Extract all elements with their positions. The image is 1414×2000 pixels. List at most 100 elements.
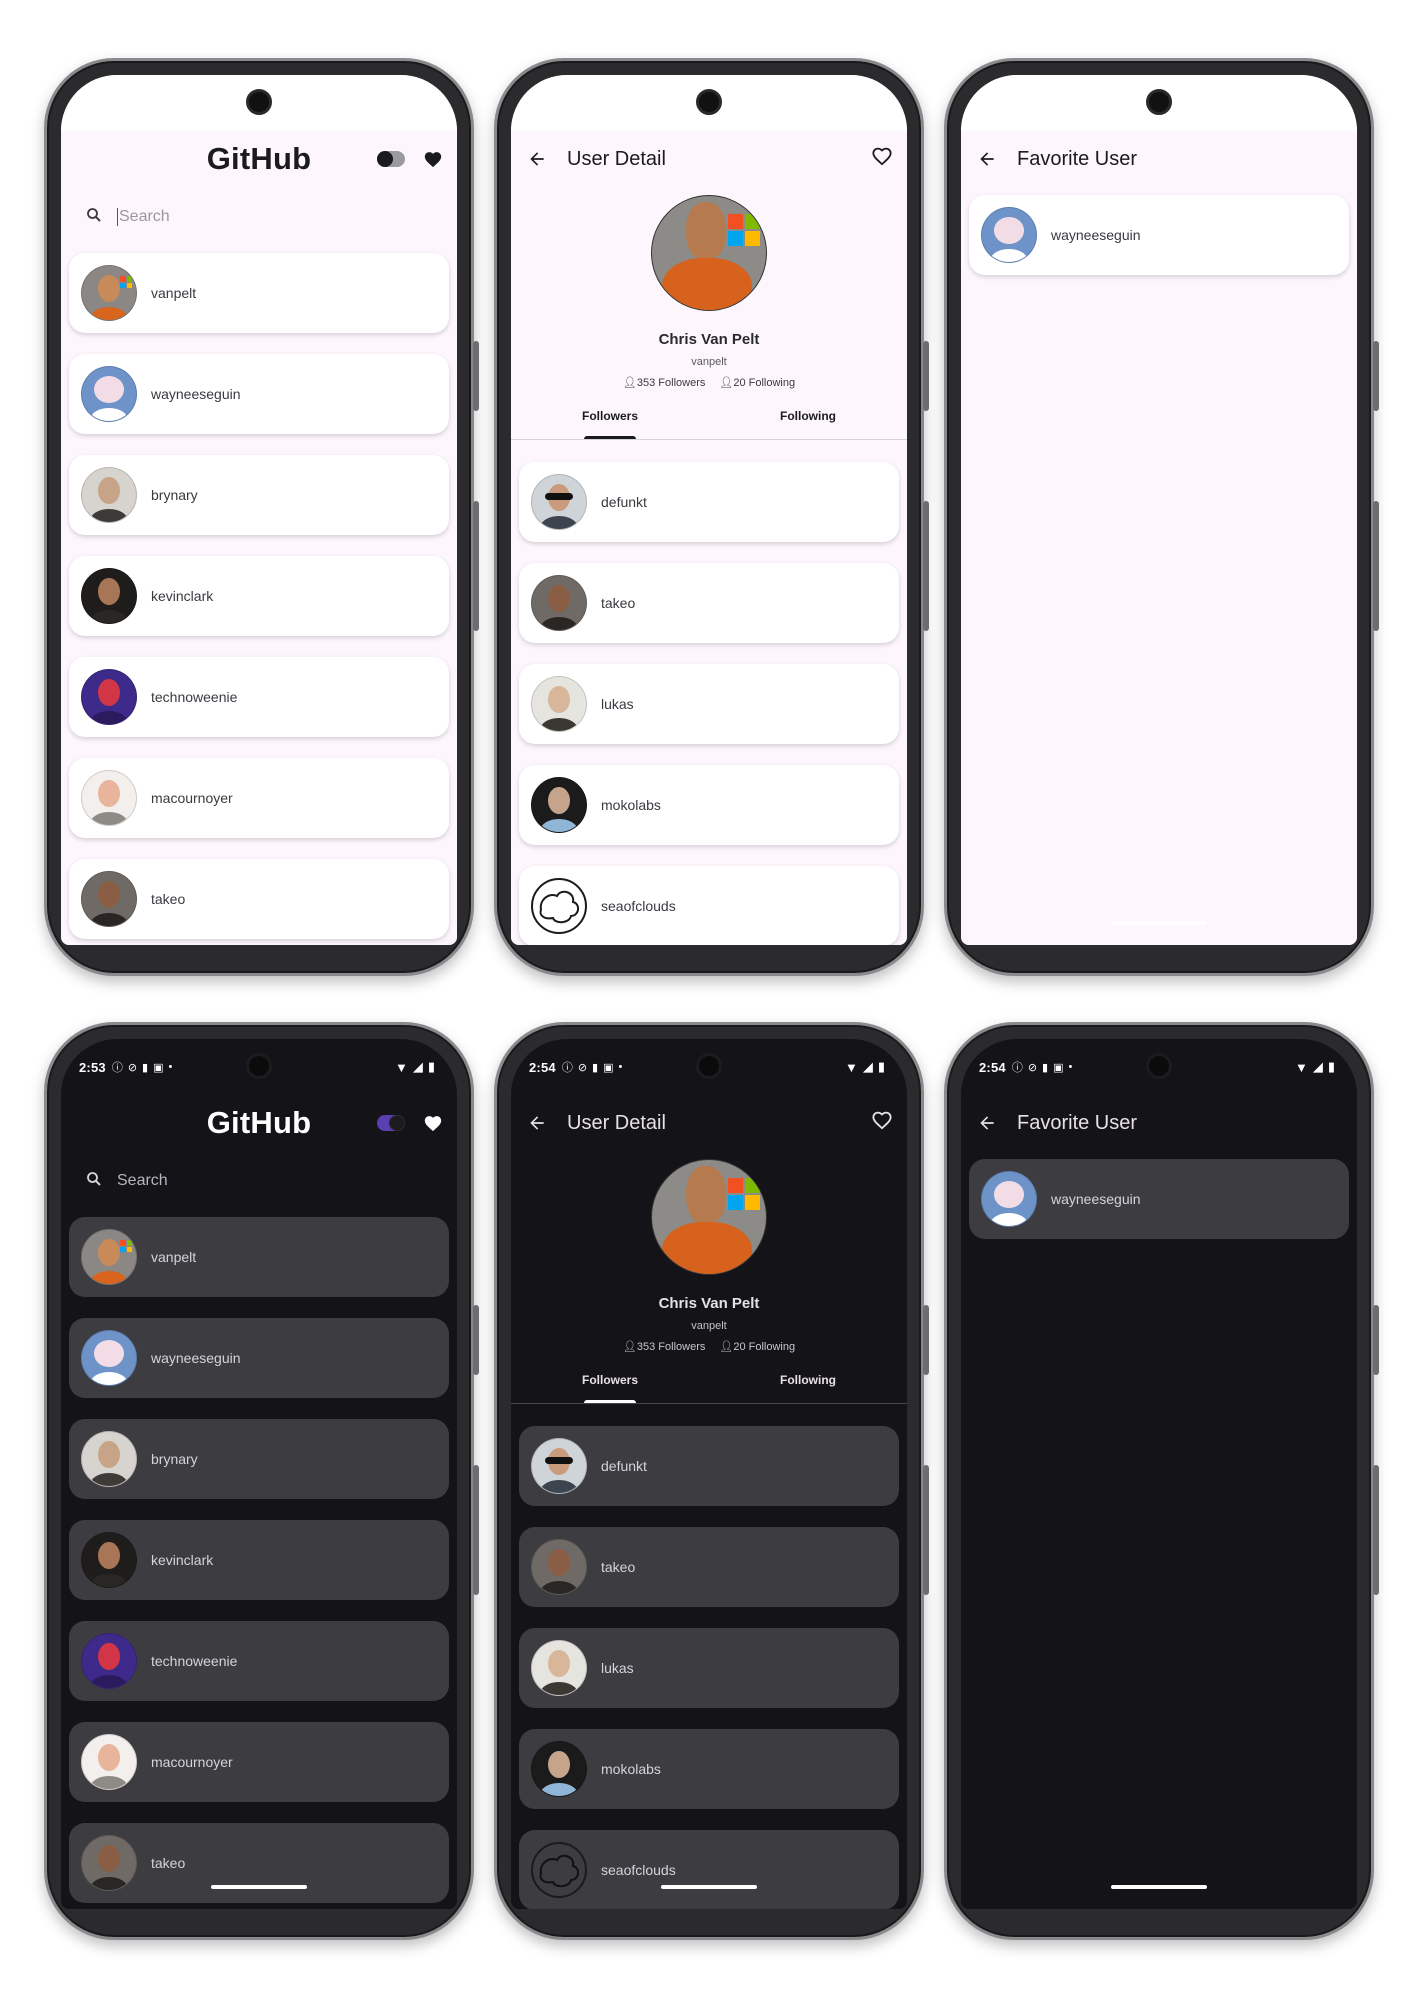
search-icon: [85, 206, 103, 229]
signal-icon: ◢: [1312, 1059, 1323, 1074]
favorite-heart-icon[interactable]: [421, 147, 445, 171]
home-indicator[interactable]: [661, 921, 757, 925]
list-item[interactable]: mokolabs: [519, 765, 899, 845]
tab-followers[interactable]: Followers: [511, 405, 709, 439]
following-count: 20 Following: [733, 377, 796, 389]
list-item[interactable]: mokolabs: [519, 1729, 899, 1809]
list-item-label: macournoyer: [151, 1754, 233, 1770]
person-icon: 👤︎: [622, 1341, 637, 1353]
user-list: vanpelt wayneeseguin brynary kevinclark …: [61, 1211, 457, 1903]
detail-app-bar: User Detail: [511, 1095, 907, 1151]
avatar: [81, 1330, 137, 1386]
front-camera: [1146, 89, 1172, 115]
list-item[interactable]: wayneeseguin: [969, 195, 1349, 275]
search-input[interactable]: Search: [61, 1151, 457, 1211]
favorite-heart-icon[interactable]: [871, 1110, 893, 1136]
list-item[interactable]: macournoyer: [69, 1722, 449, 1802]
wifi-icon: ▼: [844, 1059, 858, 1075]
list-item[interactable]: brynary: [69, 455, 449, 535]
screen-light-main: GitHub Search vanpelt wayneeseguin bryna…: [61, 75, 457, 945]
list-item[interactable]: wayneeseguin: [69, 354, 449, 434]
list-item-label: takeo: [151, 1855, 186, 1871]
list-item[interactable]: seaofclouds: [519, 1830, 899, 1909]
tab-followers[interactable]: Followers: [511, 1369, 709, 1403]
list-item[interactable]: macournoyer: [69, 758, 449, 838]
list-item[interactable]: defunkt: [519, 462, 899, 542]
favorite-list: wayneeseguin: [961, 1151, 1357, 1239]
wifi-icon: ▼: [394, 1059, 408, 1075]
list-item[interactable]: seaofclouds: [519, 866, 899, 945]
home-indicator[interactable]: [661, 1885, 757, 1889]
favorite-heart-icon[interactable]: [421, 1111, 445, 1135]
list-item[interactable]: wayneeseguin: [69, 1318, 449, 1398]
theme-toggle[interactable]: [377, 1115, 405, 1131]
home-indicator[interactable]: [211, 921, 307, 925]
arrow-back-icon[interactable]: [975, 1111, 999, 1135]
page-title: User Detail: [567, 1111, 666, 1134]
favorite-app-bar: Favorite User: [961, 131, 1357, 187]
arrow-back-icon[interactable]: [975, 147, 999, 171]
list-item[interactable]: defunkt: [519, 1426, 899, 1506]
phone-dark-main: 2:53 ⓘ ⊘ ▮ ▣ • ▼ ◢ ▮ GitHub Search vanpe…: [44, 1022, 479, 1940]
list-item[interactable]: lukas: [519, 664, 899, 744]
list-item-label: lukas: [601, 696, 634, 712]
list-item[interactable]: kevinclark: [69, 1520, 449, 1600]
list-item-label: brynary: [151, 1451, 198, 1467]
arrow-back-icon[interactable]: [525, 147, 549, 171]
battery-icon: ▮: [877, 1059, 885, 1074]
followers-count: 353 Followers: [636, 377, 706, 389]
search-input[interactable]: Search: [61, 187, 457, 247]
front-camera: [1146, 1053, 1172, 1079]
list-item-label: seaofclouds: [601, 898, 676, 914]
favorite-heart-icon[interactable]: [871, 146, 893, 172]
person-icon: 👤︎: [622, 377, 637, 389]
list-item-label: mokolabs: [601, 797, 661, 813]
home-indicator[interactable]: [211, 1885, 307, 1889]
list-item[interactable]: vanpelt: [69, 1217, 449, 1297]
app-title: GitHub: [206, 141, 312, 176]
screen-light-detail: User Detail Chris Van Pelt vanpelt 👤︎353…: [511, 75, 907, 945]
profile-section: Chris Van Pelt vanpelt 👤︎353 Followers 👤…: [511, 195, 907, 440]
profile-login: vanpelt: [691, 356, 727, 368]
list-item[interactable]: vanpelt: [69, 253, 449, 333]
list-item[interactable]: lukas: [519, 1628, 899, 1708]
list-item-label: seaofclouds: [601, 1862, 676, 1878]
app-title: GitHub: [206, 1105, 312, 1140]
list-item-label: wayneeseguin: [1051, 227, 1141, 243]
list-item[interactable]: wayneeseguin: [969, 1159, 1349, 1239]
list-item-label: kevinclark: [151, 588, 214, 604]
list-item[interactable]: brynary: [69, 1419, 449, 1499]
screen-light-favorite: Favorite User wayneeseguin: [961, 75, 1357, 945]
tab-following[interactable]: Following: [709, 405, 907, 439]
list-item[interactable]: kevinclark: [69, 556, 449, 636]
phone-dark-detail: 2:54 ⓘ ⊘ ▮ ▣ • ▼ ◢ ▮ User Detail Chris V…: [494, 1022, 929, 1940]
avatar: [531, 878, 587, 934]
battery-icon: ▮: [1327, 1059, 1335, 1074]
avatar: [81, 770, 137, 826]
list-item-label: takeo: [151, 891, 186, 907]
tab-following[interactable]: Following: [709, 1369, 907, 1403]
list-item[interactable]: technoweenie: [69, 657, 449, 737]
list-item-label: vanpelt: [151, 285, 197, 301]
front-camera: [696, 89, 722, 115]
theme-toggle[interactable]: [377, 151, 405, 167]
list-item[interactable]: technoweenie: [69, 1621, 449, 1701]
screen-dark-favorite: 2:54 ⓘ ⊘ ▮ ▣ • ▼ ◢ ▮ Favorite User wayneesegui…: [961, 1039, 1357, 1909]
followers-count: 353 Followers: [636, 1341, 706, 1353]
list-item[interactable]: takeo: [69, 1823, 449, 1903]
arrow-back-icon[interactable]: [525, 1111, 549, 1135]
profile-name: Chris Van Pelt: [658, 1295, 760, 1312]
home-indicator[interactable]: [1111, 1885, 1207, 1889]
avatar: [81, 265, 137, 321]
status-time: 2:54: [529, 1059, 556, 1075]
avatar: [81, 568, 137, 624]
list-item-label: kevinclark: [151, 1552, 214, 1568]
main-app-bar: GitHub: [61, 131, 457, 187]
list-item[interactable]: takeo: [519, 1527, 899, 1607]
list-item[interactable]: takeo: [519, 563, 899, 643]
search-placeholder: Search: [117, 1172, 168, 1189]
home-indicator[interactable]: [1111, 921, 1207, 925]
profile-name: Chris Van Pelt: [658, 331, 760, 348]
list-item[interactable]: takeo: [69, 859, 449, 939]
detail-app-bar: User Detail: [511, 131, 907, 187]
